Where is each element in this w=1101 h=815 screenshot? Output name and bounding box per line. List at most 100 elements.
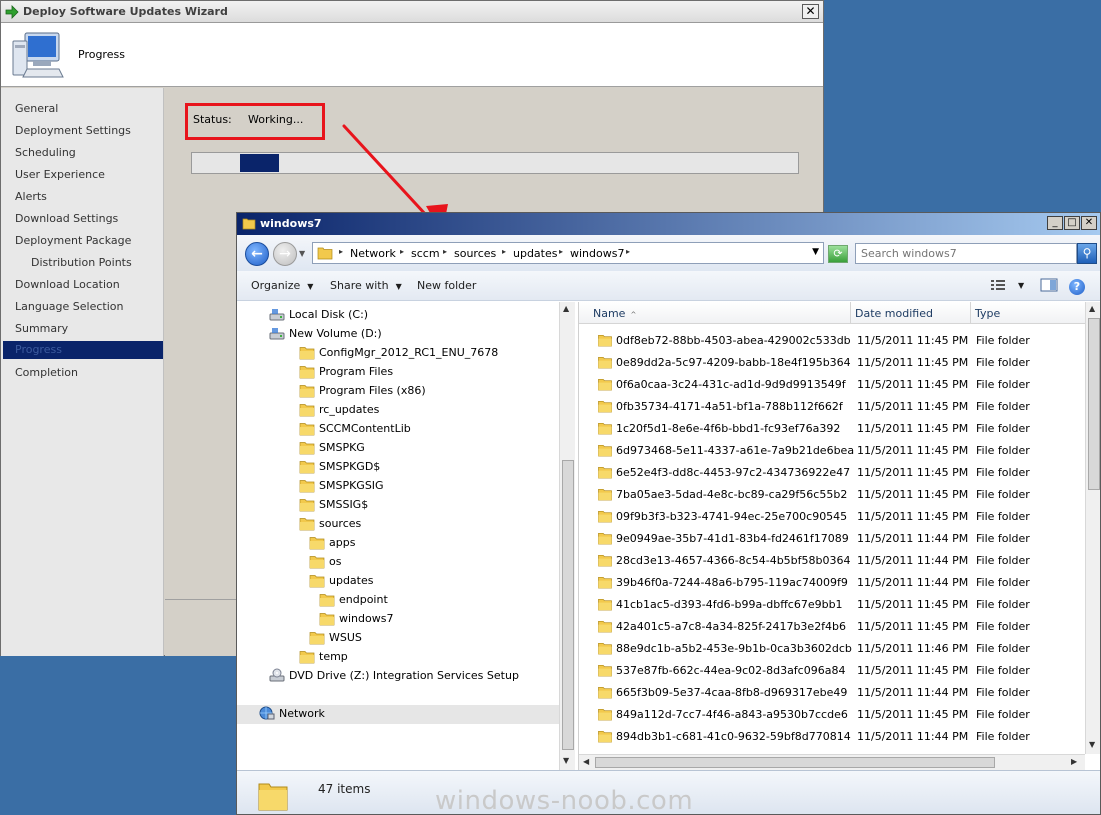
search-icon[interactable]: ⚲ [1077,243,1097,264]
recent-pages-chevron-icon[interactable]: ▼ [299,249,305,258]
breadcrumb-item[interactable]: sources [454,247,496,260]
list-scrollbar[interactable]: ▲ ▼ [1085,302,1100,754]
forward-button[interactable]: → [273,242,297,266]
list-item[interactable]: 537e87fb-662c-44ea-9c02-8d3afc096a84 11/5… [579,660,1085,682]
close-button[interactable]: ✕ [1081,216,1097,230]
column-header-name[interactable]: Name ^ [579,302,851,324]
tree-item[interactable]: os [237,553,559,572]
list-item[interactable]: 0f6a0caa-3c24-431c-ad1d-9d9d9913549f 11/5… [579,374,1085,396]
breadcrumb-item[interactable]: windows7 [570,247,624,260]
tree-item[interactable]: ConfigMgr_2012_RC1_ENU_7678 [237,344,559,363]
tree-item[interactable]: temp [237,648,559,667]
list-item[interactable]: 0e89dd2a-5c97-4209-babb-18e4f195b364 11/5… [579,352,1085,374]
wizard-titlebar[interactable]: Deploy Software Updates Wizard ✕ [1,1,823,23]
search-input[interactable] [855,243,1077,264]
wizard-nav-item-scheduling[interactable]: Scheduling [15,146,76,159]
help-icon[interactable]: ? [1069,279,1085,295]
tree-item[interactable]: SMSSIG$ [237,496,559,515]
tree-item[interactable]: updates [237,572,559,591]
breadcrumb-item[interactable]: sccm [411,247,440,260]
tree-item[interactable]: endpoint [237,591,559,610]
tree-item[interactable]: rc_updates [237,401,559,420]
tree-item[interactable]: Program Files (x86) [237,382,559,401]
breadcrumb-separator-icon[interactable]: ▸ [443,247,447,256]
list-item[interactable]: 1c20f5d1-8e6e-4f6b-bbd1-fc93ef76a392 11/5… [579,418,1085,440]
wizard-nav-item-progress[interactable]: Progress [3,341,163,359]
breadcrumb-separator-icon[interactable]: ▸ [339,247,343,256]
tree-item[interactable]: WSUS [237,629,559,648]
view-dropdown-icon[interactable]: ▼ [1018,281,1024,290]
scroll-up-icon[interactable]: ▲ [563,304,569,313]
tree-item[interactable]: SMSPKG [237,439,559,458]
wizard-nav-item-distribution-points[interactable]: Distribution Points [31,256,132,269]
tree-item[interactable]: windows7 [237,610,559,629]
list-item[interactable]: 39b46f0a-7244-48a6-b795-119ac74009f9 11/5… [579,572,1085,594]
scroll-down-icon[interactable]: ▼ [1089,740,1095,749]
refresh-button[interactable]: ⟳ [828,245,848,263]
wizard-nav-item-completion[interactable]: Completion [15,366,78,379]
tree-item[interactable]: sources [237,515,559,534]
view-options-icon[interactable] [989,277,1007,293]
organize-button[interactable]: Organize ▼ [251,279,313,292]
address-bar[interactable]: ▼ ▸ Network ▸ sccm ▸ sources ▸ updates ▸ windows7… [312,242,824,264]
explorer-titlebar[interactable]: windows7 _ □ ✕ [237,213,1100,235]
wizard-nav-item-alerts[interactable]: Alerts [15,190,47,203]
list-item[interactable]: 0df8eb72-88bb-4503-abea-429002c533db 11/5… [579,330,1085,352]
new-folder-button[interactable]: New folder [417,279,476,292]
list-item[interactable]: 09f9b3f3-b323-4741-94ec-25e700c90545 11/5… [579,506,1085,528]
list-item[interactable]: 88e9dc1b-a5b2-453e-9b1b-0ca3b3602dcb 11/5… [579,638,1085,660]
horizontal-scrollbar[interactable]: ◀ ▶ [579,754,1085,770]
list-item[interactable]: 6d973468-5e11-4337-a61e-7a9b21de6bea 11/5… [579,440,1085,462]
tree-item[interactable]: Program Files [237,363,559,382]
wizard-nav-item-download-settings[interactable]: Download Settings [15,212,118,225]
wizard-nav-item-general[interactable]: General [15,102,58,115]
share-with-button[interactable]: Share with ▼ [330,279,402,292]
tree-item[interactable]: apps [237,534,559,553]
wizard-close-button[interactable]: ✕ [802,4,819,19]
list-scrollbar-thumb[interactable] [1088,318,1100,490]
breadcrumb-item[interactable]: updates [513,247,558,260]
list-item[interactable]: 665f3b09-5e37-4caa-8fb8-d969317ebe49 11/5… [579,682,1085,704]
breadcrumb-separator-icon[interactable]: ▸ [502,247,506,256]
scroll-down-icon[interactable]: ▼ [563,756,569,765]
tree-scrollbar[interactable]: ▲ ▼ [559,302,575,770]
address-dropdown-icon[interactable]: ▼ [812,247,819,257]
list-item[interactable]: 7ba05ae3-5dad-4e8c-bc89-ca29f56c55b2 11/5… [579,484,1085,506]
preview-pane-icon[interactable] [1040,277,1058,293]
list-item[interactable]: 28cd3e13-4657-4366-8c54-4b5bf58b0364 11/5… [579,550,1085,572]
breadcrumb-separator-icon[interactable]: ▸ [400,247,404,256]
scroll-up-icon[interactable]: ▲ [1089,304,1095,313]
tree-item[interactable]: SMSPKGD$ [237,458,559,477]
column-header-type[interactable]: Type [971,302,1085,324]
tree-item[interactable]: SMSPKGSIG [237,477,559,496]
tree-item[interactable]: Network [237,705,559,724]
list-item[interactable]: 6e52e4f3-dd8c-4453-97c2-434736922e47 11/5… [579,462,1085,484]
wizard-nav-item-deployment-settings[interactable]: Deployment Settings [15,124,131,137]
list-item[interactable]: 9e0949ae-35b7-41d1-83b4-fd2461f17089 11/5… [579,528,1085,550]
wizard-nav-item-user-experience[interactable]: User Experience [15,168,105,181]
breadcrumb-separator-icon[interactable]: ▸ [559,247,563,256]
tree-scrollbar-thumb[interactable] [562,460,574,750]
breadcrumb-item[interactable]: Network [350,247,396,260]
column-header-date[interactable]: Date modified [851,302,971,324]
back-button[interactable]: ← [245,242,269,266]
wizard-nav-item-language-selection[interactable]: Language Selection [15,300,123,313]
wizard-nav-item-deployment-package[interactable]: Deployment Package [15,234,131,247]
list-item[interactable]: 42a401c5-a7c8-4a34-825f-2417b3e2f4b6 11/5… [579,616,1085,638]
breadcrumb-separator-icon[interactable]: ▸ [626,247,630,256]
minimize-button[interactable]: _ [1047,216,1063,230]
tree-item[interactable]: Local Disk (C:) [237,306,559,325]
list-item[interactable]: 894db3b1-c681-41c0-9632-59bf8d770814 11/5… [579,726,1085,748]
wizard-nav-item-summary[interactable]: Summary [15,322,68,335]
horizontal-scrollbar-thumb[interactable] [595,757,995,768]
list-item[interactable]: 0fb35734-4171-4a51-bf1a-788b112f662f 11/5… [579,396,1085,418]
scroll-left-icon[interactable]: ◀ [583,757,589,766]
tree-item[interactable]: SCCMContentLib [237,420,559,439]
scroll-right-icon[interactable]: ▶ [1071,757,1077,766]
wizard-nav-item-download-location[interactable]: Download Location [15,278,120,291]
tree-item[interactable]: New Volume (D:) [237,325,559,344]
list-item[interactable]: 41cb1ac5-d393-4fd6-b99a-dbffc67e9bb1 11/5… [579,594,1085,616]
list-item[interactable]: 849a112d-7cc7-4f46-a843-a9530b7ccde6 11/5… [579,704,1085,726]
tree-item[interactable]: DVD Drive (Z:) Integration Services Setu… [237,667,559,686]
maximize-button[interactable]: □ [1064,216,1080,230]
